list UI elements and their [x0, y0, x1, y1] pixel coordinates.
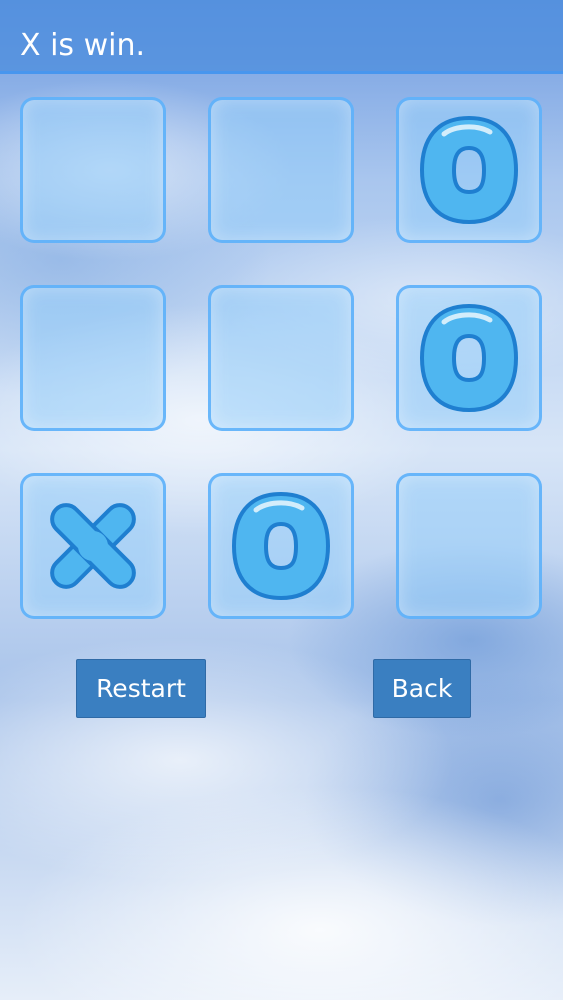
board-cell-7[interactable]	[20, 473, 166, 619]
board-cell-2[interactable]	[208, 97, 354, 243]
board-cell-5[interactable]	[208, 285, 354, 431]
board-cell-3[interactable]	[396, 97, 542, 243]
x-piece-icon	[50, 503, 136, 589]
back-button[interactable]: Back	[373, 659, 471, 718]
o-piece-icon	[231, 491, 331, 601]
board-cell-8[interactable]	[208, 473, 354, 619]
board-cell-4[interactable]	[20, 285, 166, 431]
game-status-text: X is win.	[20, 28, 146, 63]
board-cell-9[interactable]	[396, 473, 542, 619]
board-cell-6[interactable]	[396, 285, 542, 431]
o-piece-icon	[419, 303, 519, 413]
board-cell-1[interactable]	[20, 97, 166, 243]
restart-button[interactable]: Restart	[76, 659, 206, 718]
o-piece-icon	[419, 115, 519, 225]
game-board	[20, 97, 544, 619]
status-bar: X is win.	[0, 0, 563, 74]
